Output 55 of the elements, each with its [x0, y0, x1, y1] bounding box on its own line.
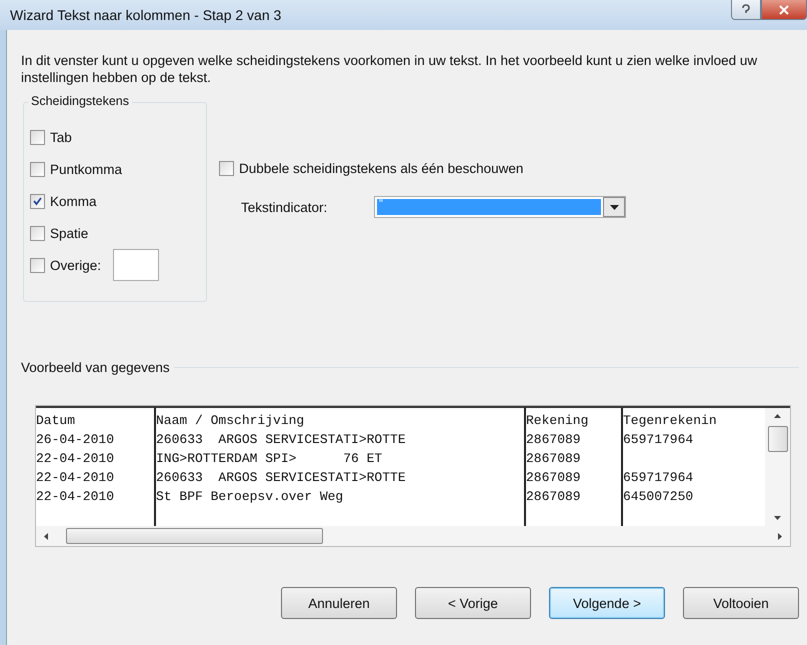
preview-cell-text: 22-04-2010 [36, 488, 116, 506]
intro-text: In dit venster kunt u opgeven welke scheidingstekens voorkomen in uw tekst. In het voorbeeld kunt u zien welke invloed uw instellingen hebben op de tekst. [21, 52, 758, 86]
checkbox-label[interactable]: Puntkomma [50, 162, 122, 176]
checkbox-label[interactable]: Spatie [50, 226, 88, 240]
check-icon [32, 196, 43, 206]
group-title: Scheidingstekens [28, 94, 132, 108]
preview-cell-text: 26-04-2010 [36, 431, 116, 449]
field-label: Tekstindicator: [241, 200, 328, 214]
dialog-button[interactable]: Voltooien [683, 587, 799, 619]
section-title: Voorbeeld van gegevens [21, 360, 171, 375]
preview-cell-text: 2867089 [526, 488, 582, 506]
help-button[interactable] [731, 0, 761, 20]
checkbox-label[interactable]: Overige: [50, 258, 102, 272]
scroll-thumb[interactable] [66, 528, 323, 544]
dialog-button[interactable]: Volgende > [549, 587, 665, 619]
scroll-right-icon [778, 532, 782, 540]
scroll-left-icon [44, 532, 48, 540]
dialog-button[interactable]: < Vorige [415, 587, 531, 619]
close-button[interactable] [761, 0, 807, 20]
preview-cell-text: 659717964 [623, 469, 694, 487]
preview-cell-text: 2867089 [526, 469, 582, 487]
preview-cell-text: 22-04-2010 [36, 469, 116, 487]
window-title: Wizard Tekst naar kolommen - Stap 2 van 3 [10, 7, 282, 23]
column-header: Datum [36, 412, 76, 430]
preview-cell-text: 645007250 [623, 488, 694, 506]
scroll-thumb[interactable] [768, 426, 788, 452]
checkbox-label[interactable]: Komma [50, 194, 97, 208]
checkbox-label[interactable]: Dubbele scheidingstekens als één beschouwen [239, 160, 524, 176]
checkbox[interactable] [30, 194, 45, 208]
preview-cell-text: 2867089 [526, 450, 582, 468]
column-header: Rekening [526, 412, 590, 430]
scroll-up-icon [774, 414, 781, 418]
scroll-down-icon [774, 516, 781, 520]
preview-cell-text: 260633 ARGOS SERVICESTATI>ROTTE [156, 431, 407, 449]
column-header: Naam / Omschrijving [156, 412, 306, 430]
checkbox[interactable] [30, 226, 45, 240]
checkbox[interactable] [30, 258, 45, 272]
other-field[interactable] [113, 249, 160, 281]
preview-cell-text: 659717964 [623, 431, 694, 449]
horizontal-scrollbar[interactable] [36, 526, 790, 546]
preview-cell-text: 260633 ARGOS SERVICESTATI>ROTTE [156, 469, 407, 487]
help-icon [741, 4, 751, 16]
preview-cell-text: 2867089 [526, 431, 582, 449]
checkbox[interactable] [219, 160, 234, 176]
dialog-button[interactable]: Annuleren [281, 587, 397, 619]
preview-cell-text: 22-04-2010 [36, 450, 116, 468]
checkbox-label[interactable]: Tab [50, 130, 72, 144]
dropdown-arrow-icon [610, 204, 618, 210]
vertical-scrollbar[interactable] [765, 408, 790, 526]
preview-cell-text: St BPF Beroepsv.over Weg [156, 488, 344, 506]
checkbox[interactable] [30, 162, 45, 176]
column-header: Tegenrekenin [623, 412, 718, 430]
close-icon [778, 4, 790, 16]
checkbox[interactable] [30, 130, 45, 144]
preview-cell-text: ING>ROTTERDAM SPI> 76 ET [156, 450, 384, 468]
